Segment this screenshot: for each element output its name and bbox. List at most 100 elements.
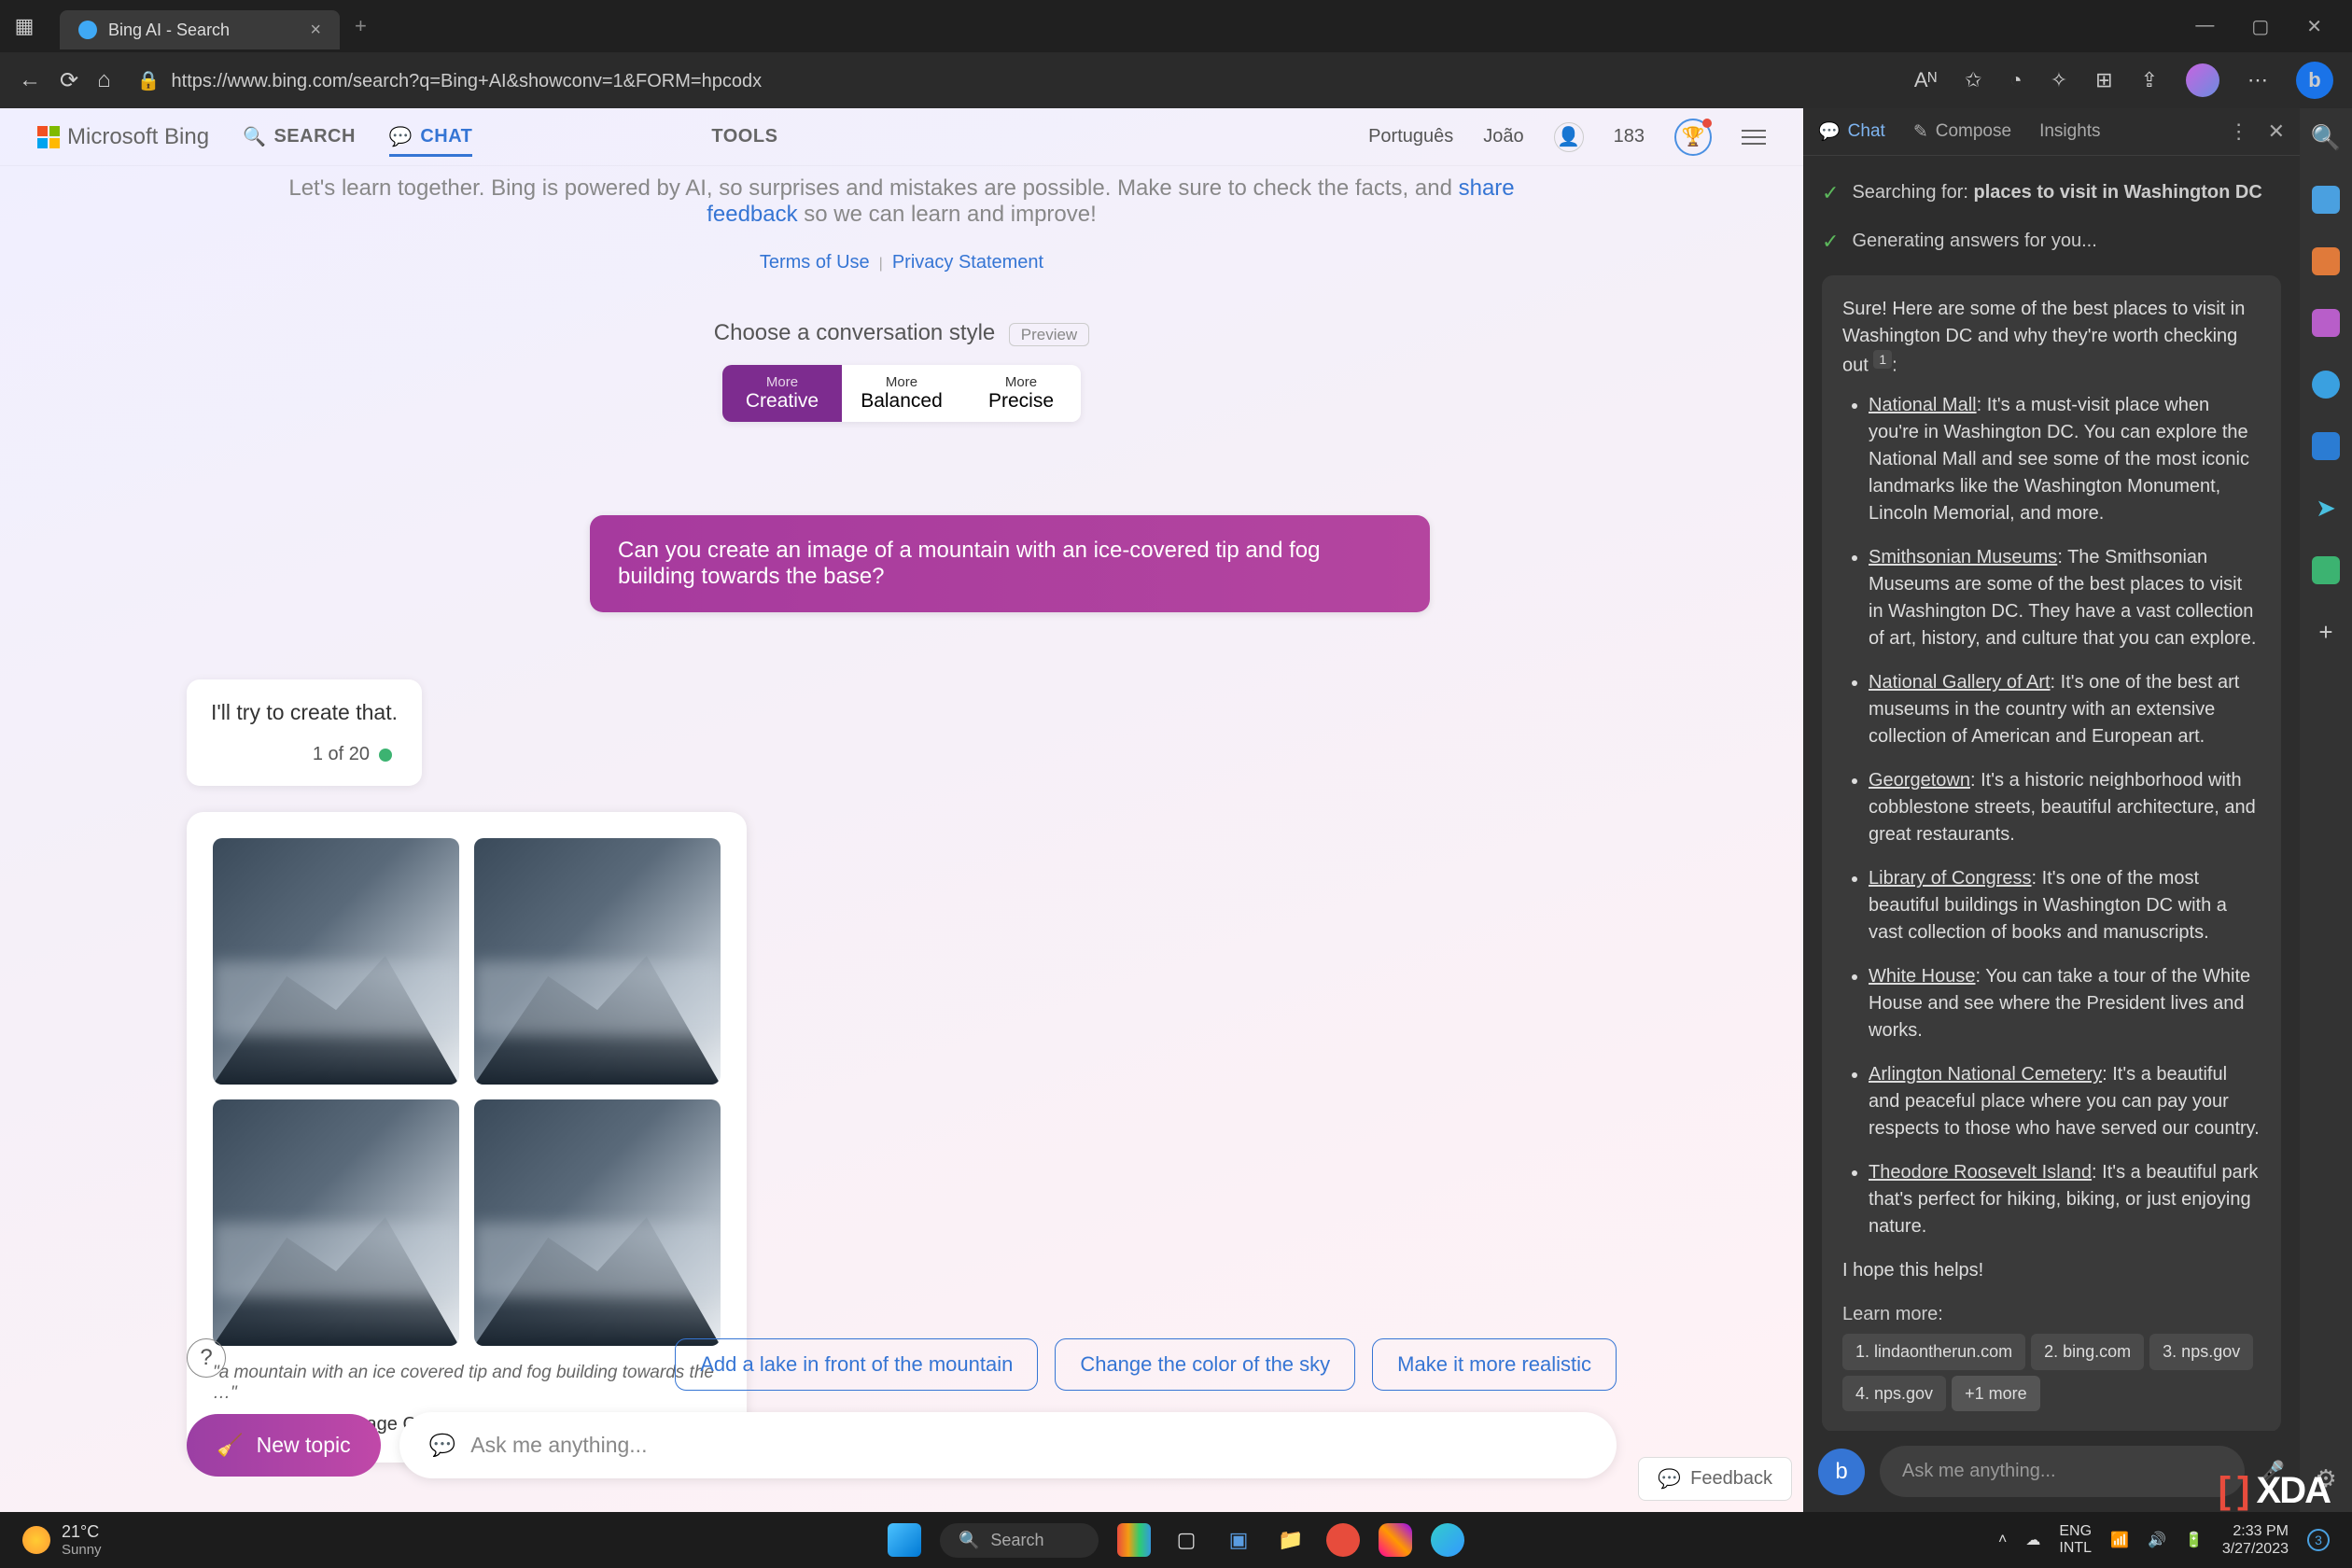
language-button[interactable]: Português	[1368, 126, 1453, 147]
taskbar-edge[interactable]	[1431, 1523, 1464, 1557]
place-item: National Gallery of Art: It's one of the…	[1869, 669, 2261, 750]
suggestions-info-icon[interactable]: ?	[187, 1338, 226, 1378]
notifications-icon[interactable]: 3	[2307, 1529, 2330, 1551]
lang1: ENG	[2059, 1523, 2092, 1540]
menu-button[interactable]	[1742, 130, 1766, 145]
sidebar-bing-icon[interactable]: b	[1818, 1449, 1865, 1495]
collections-icon[interactable]: ⊞	[2095, 68, 2112, 92]
tools-icon[interactable]	[2312, 247, 2340, 275]
start-button[interactable]	[888, 1523, 921, 1557]
sidebar-tab-compose[interactable]: ✎Compose	[1913, 121, 2011, 143]
reference-pill[interactable]: 3. nps.gov	[2149, 1334, 2253, 1369]
shopping-icon[interactable]	[2312, 186, 2340, 214]
more-icon[interactable]: ⋯	[2247, 68, 2268, 92]
taskbar-app-3[interactable]	[1326, 1523, 1360, 1557]
home-button[interactable]: ⌂	[97, 67, 111, 93]
refresh-button[interactable]: ⟳	[60, 67, 78, 94]
onedrive-icon[interactable]	[2312, 556, 2340, 584]
bing-sidebar-button[interactable]: b	[2296, 62, 2333, 99]
taskbar-app-2[interactable]: ▣	[1222, 1523, 1255, 1557]
skype-icon[interactable]	[2312, 371, 2340, 399]
suggestion-2[interactable]: Change the color of the sky	[1055, 1338, 1355, 1391]
privacy-link[interactable]: Privacy Statement	[892, 252, 1043, 273]
style-balanced-label: Balanced	[851, 390, 952, 413]
generated-image-3[interactable]	[213, 1099, 459, 1346]
volume-icon[interactable]: 🔊	[2148, 1531, 2166, 1549]
url-field[interactable]: 🔒https://www.bing.com/search?q=Bing+AI&s…	[130, 69, 1896, 92]
send-icon[interactable]: ➤	[2316, 494, 2336, 523]
sidebar-more-icon[interactable]: ⋮	[2229, 119, 2249, 144]
close-window-button[interactable]: ✕	[2306, 15, 2322, 38]
profile-avatar[interactable]	[2186, 63, 2219, 97]
battery-icon[interactable]: 🔋	[2185, 1531, 2204, 1549]
tab-overview-icon[interactable]: ▦	[7, 9, 41, 43]
ask-input[interactable]: 💬Ask me anything...	[399, 1412, 1617, 1478]
feedback-icon: 💬	[1658, 1467, 1681, 1491]
more-references[interactable]: +1 more	[1952, 1376, 2040, 1411]
weather-widget[interactable]: 21°CSunny	[22, 1522, 102, 1558]
tray-chevron-icon[interactable]: ˄	[1998, 1532, 2007, 1548]
sidebar-tabs: 💬Chat ✎Compose Insights ⋮ ✕	[1803, 108, 2300, 156]
feedback-button[interactable]: 💬Feedback	[1638, 1457, 1792, 1501]
rewards-icon[interactable]: 🏆	[1674, 119, 1712, 156]
taskbar-app-4[interactable]	[1379, 1523, 1412, 1557]
generated-image-4[interactable]	[474, 1099, 721, 1346]
nav-chat[interactable]: 💬CHAT	[389, 125, 472, 157]
new-topic-button[interactable]: 🧹New topic	[187, 1414, 381, 1477]
reference-pill[interactable]: 2. bing.com	[2031, 1334, 2144, 1369]
wifi-icon[interactable]: 📶	[2110, 1531, 2129, 1549]
favorites-bar-icon[interactable]: ✧	[2051, 68, 2067, 92]
style-precise[interactable]: MorePrecise	[961, 365, 1081, 422]
read-aloud-icon[interactable]: Aᴺ	[1914, 68, 1937, 92]
taskbar-taskview[interactable]: ▢	[1169, 1523, 1203, 1557]
suggestion-1[interactable]: Add a lake in front of the mountain	[675, 1338, 1038, 1391]
style-creative[interactable]: MoreCreative	[722, 365, 842, 422]
minimize-button[interactable]: —	[2195, 15, 2214, 38]
window-controls: — ▢ ✕	[2195, 15, 2345, 38]
search-icon[interactable]: 🔍	[2311, 123, 2341, 152]
suggestion-3[interactable]: Make it more realistic	[1372, 1338, 1617, 1391]
add-icon[interactable]: +	[2318, 618, 2332, 647]
turn-counter: 1 of 20	[211, 744, 398, 765]
tray-cloud-icon[interactable]: ☁	[2025, 1531, 2040, 1549]
maximize-button[interactable]: ▢	[2251, 15, 2269, 38]
username[interactable]: João	[1483, 126, 1523, 147]
bing-logo[interactable]: Microsoft Bing	[37, 124, 209, 150]
share-icon[interactable]: ⇪	[2141, 68, 2158, 92]
browser-tab[interactable]: Bing AI - Search ×	[60, 10, 340, 49]
sun-icon	[22, 1526, 50, 1554]
user-message: Can you create an image of a mountain wi…	[590, 515, 1430, 612]
taskbar-search[interactable]: 🔍Search	[940, 1523, 1099, 1558]
generated-image-2[interactable]	[474, 838, 721, 1085]
clock[interactable]: 2:33 PM3/27/2023	[2222, 1522, 2289, 1558]
nav-tools[interactable]: TOOLS	[711, 126, 777, 147]
extensions-icon[interactable]: ◔	[2009, 68, 2022, 92]
answer-outro: I hope this helps!	[1842, 1257, 2261, 1284]
reference-pill[interactable]: 4. nps.gov	[1842, 1376, 1946, 1411]
style-balanced[interactable]: MoreBalanced	[842, 365, 961, 422]
nav-search[interactable]: 🔍SEARCH	[243, 125, 356, 148]
favorite-icon[interactable]: ✩	[1965, 68, 1981, 92]
sidebar-tab-insights[interactable]: Insights	[2039, 121, 2100, 142]
close-tab-icon[interactable]: ×	[310, 20, 321, 41]
taskbar-app-1[interactable]	[1117, 1523, 1151, 1557]
place-item: White House: You can take a tour of the …	[1869, 963, 2261, 1044]
user-avatar-icon[interactable]: 👤	[1554, 122, 1584, 152]
keyboard-lang[interactable]: ENGINTL	[2059, 1523, 2092, 1556]
citation-badge[interactable]: 1	[1873, 350, 1892, 369]
back-button[interactable]: ←	[19, 67, 41, 93]
generated-image-1[interactable]	[213, 838, 459, 1085]
games-icon[interactable]	[2312, 309, 2340, 337]
terms-link[interactable]: Terms of Use	[760, 252, 870, 273]
edge-sidebar: 🔍 ➤ + ⚙	[2300, 108, 2352, 1512]
sidebar-close-icon[interactable]: ✕	[2268, 119, 2285, 144]
reference-pill[interactable]: 1. lindaontherun.com	[1842, 1334, 2025, 1369]
outlook-icon[interactable]	[2312, 432, 2340, 460]
bing-favicon-icon	[78, 21, 97, 39]
sidebar-body[interactable]: ✓Searching for: places to visit in Washi…	[1803, 156, 2300, 1431]
taskbar-explorer[interactable]: 📁	[1274, 1523, 1308, 1557]
new-tab-button[interactable]: +	[355, 14, 367, 38]
sidebar-ask-input[interactable]: Ask me anything...	[1880, 1446, 2245, 1497]
sidebar-tab-chat[interactable]: 💬Chat	[1818, 120, 1885, 143]
compose-icon: ✎	[1913, 121, 1928, 143]
